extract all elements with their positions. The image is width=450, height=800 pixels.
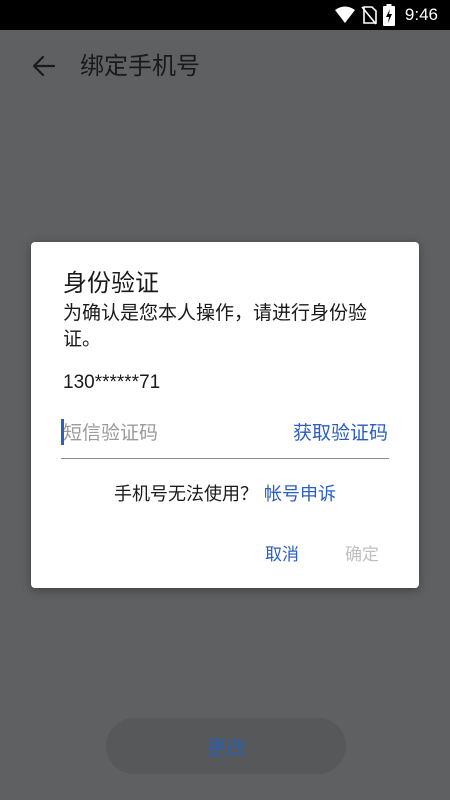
status-bar: 9:46 xyxy=(0,0,450,30)
back-arrow-icon[interactable] xyxy=(28,50,60,82)
text-cursor xyxy=(61,419,64,445)
dialog-title: 身份验证 xyxy=(63,269,159,297)
get-code-button[interactable]: 获取验证码 xyxy=(293,420,388,446)
page-title: 绑定手机号 xyxy=(80,52,200,80)
wifi-icon xyxy=(334,6,355,23)
status-icons: 9:46 xyxy=(334,0,438,30)
dialog-message: 为确认是您本人操作，请进行身份验证。 xyxy=(63,302,368,350)
input-underline xyxy=(61,458,389,459)
status-time: 9:46 xyxy=(404,5,438,24)
battery-charging-icon xyxy=(382,4,395,26)
change-button[interactable]: 更改 xyxy=(106,718,346,774)
masked-phone-number: 130******71 xyxy=(63,372,161,393)
no-sim-icon xyxy=(361,6,377,25)
phone-unavailable-text: 手机号无法使用？ xyxy=(114,484,258,505)
cancel-button[interactable]: 取消 xyxy=(265,540,299,565)
sms-code-input[interactable] xyxy=(61,414,261,452)
account-appeal-link[interactable]: 帐号申诉 xyxy=(264,484,336,505)
confirm-button[interactable]: 确定 xyxy=(345,540,379,565)
identity-verification-dialog: 身份验证 为确认是您本人操作，请进行身份验证。 130******71 获取验证… xyxy=(31,242,419,588)
help-row: 手机号无法使用？ 帐号申诉 xyxy=(31,482,419,508)
app-bar: 绑定手机号 xyxy=(0,30,450,102)
